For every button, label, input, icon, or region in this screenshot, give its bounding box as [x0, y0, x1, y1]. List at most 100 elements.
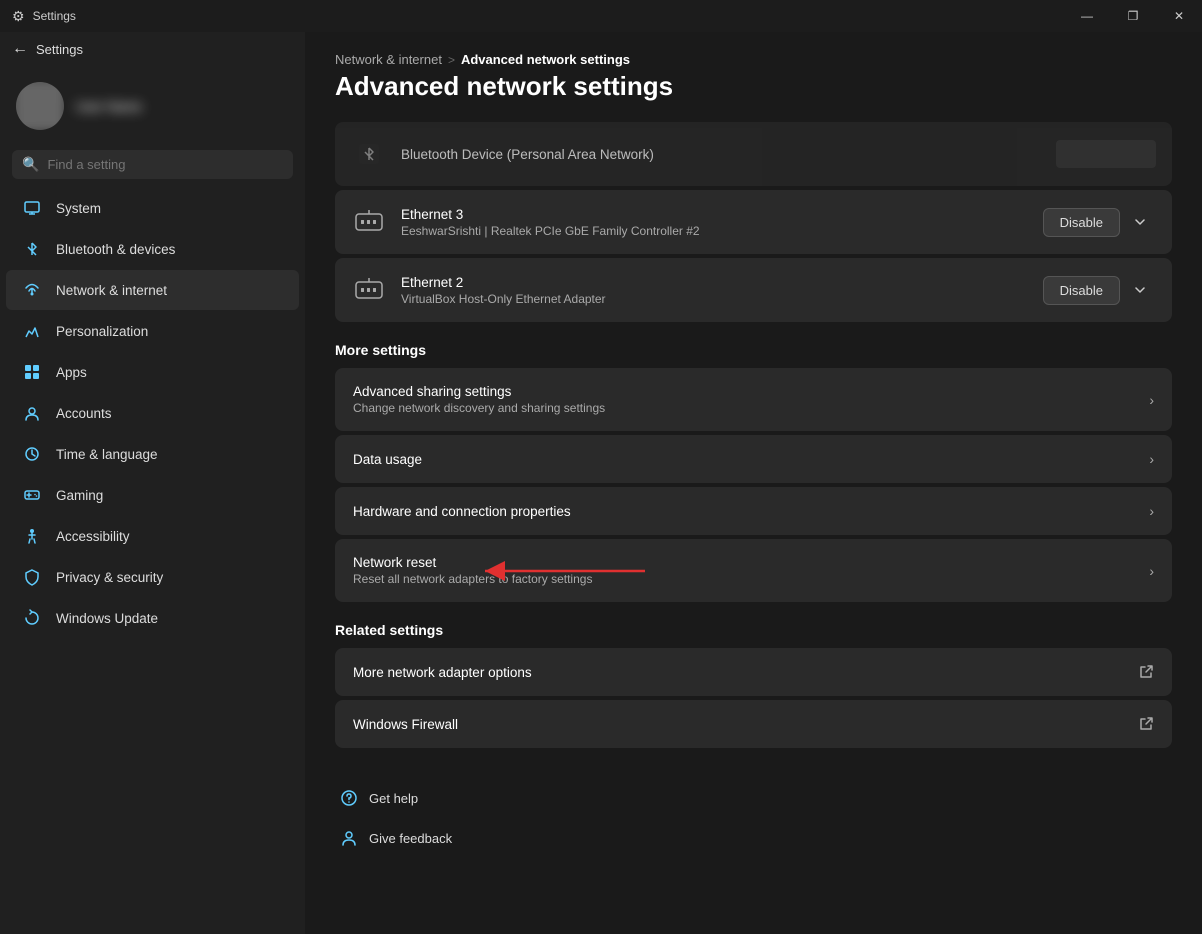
advanced-sharing-content: Advanced sharing settings Change network…: [353, 384, 1149, 415]
get-help-label: Get help: [369, 791, 418, 806]
more-network-adapter-external-icon: [1138, 664, 1154, 680]
back-button[interactable]: ← Settings: [0, 32, 305, 66]
windows-firewall-title: Windows Firewall: [353, 717, 1138, 732]
accessibility-label: Accessibility: [56, 529, 130, 544]
ethernet2-expand-button[interactable]: [1124, 274, 1156, 306]
titlebar-title: Settings: [33, 9, 76, 23]
more-network-adapter-row[interactable]: More network adapter options: [335, 648, 1172, 696]
ethernet3-icon: [351, 204, 387, 240]
bluetooth-icon: [22, 239, 42, 259]
windows-firewall-row[interactable]: Windows Firewall: [335, 700, 1172, 748]
gaming-label: Gaming: [56, 488, 103, 503]
ethernet3-name: Ethernet 3: [401, 207, 1029, 222]
search-input[interactable]: [47, 157, 283, 172]
bt-device-card: Bluetooth Device (Personal Area Network): [335, 122, 1172, 186]
breadcrumb-separator: >: [448, 53, 455, 67]
get-help-item[interactable]: Get help: [335, 780, 1172, 816]
close-button[interactable]: ✕: [1156, 0, 1202, 32]
maximize-button[interactable]: ❐: [1110, 0, 1156, 32]
ethernet3-expand-button[interactable]: [1124, 206, 1156, 238]
update-label: Windows Update: [56, 611, 158, 626]
more-network-adapter-title: More network adapter options: [353, 665, 1138, 680]
advanced-sharing-sub: Change network discovery and sharing set…: [353, 401, 1149, 415]
sidebar-item-bluetooth[interactable]: Bluetooth & devices: [6, 229, 299, 269]
advanced-sharing-chevron: ›: [1149, 392, 1154, 408]
apps-icon: [22, 362, 42, 382]
sidebar-item-system[interactable]: System: [6, 188, 299, 228]
search-icon: 🔍: [22, 156, 39, 173]
give-feedback-label: Give feedback: [369, 831, 452, 846]
titlebar: ⚙ Settings — ❐ ✕: [0, 0, 1202, 32]
data-usage-chevron: ›: [1149, 451, 1154, 467]
ethernet2-actions: Disable: [1043, 274, 1156, 306]
ethernet3-actions: Disable: [1043, 206, 1156, 238]
network-reset-row[interactable]: Network reset Reset all network adapters…: [335, 539, 1172, 602]
sidebar-item-privacy[interactable]: Privacy & security: [6, 557, 299, 597]
user-profile: User Name: [0, 66, 305, 146]
sidebar-nav: System Bluetooth & devices Network: [0, 187, 305, 639]
hardware-connection-row[interactable]: Hardware and connection properties ›: [335, 487, 1172, 535]
more-settings-title: More settings: [335, 342, 1172, 358]
personalization-icon: [22, 321, 42, 341]
sidebar-item-update[interactable]: Windows Update: [6, 598, 299, 638]
content-area: Network & internet > Advanced network se…: [305, 32, 1202, 934]
ethernet2-info: Ethernet 2 VirtualBox Host-Only Ethernet…: [401, 275, 1029, 306]
search-box[interactable]: 🔍: [12, 150, 293, 179]
windows-firewall-external-icon: [1138, 716, 1154, 732]
advanced-sharing-row[interactable]: Advanced sharing settings Change network…: [335, 368, 1172, 431]
network-icon: [22, 280, 42, 300]
ethernet2-name: Ethernet 2: [401, 275, 1029, 290]
more-network-adapter-content: More network adapter options: [353, 665, 1138, 680]
footer: Get help Give feedback: [335, 772, 1172, 864]
get-help-icon: [339, 788, 359, 808]
ethernet3-sub: EeshwarSrishti | Realtek PCIe GbE Family…: [401, 224, 1029, 238]
privacy-label: Privacy & security: [56, 570, 163, 585]
sidebar-item-network[interactable]: Network & internet: [6, 270, 299, 310]
sidebar-item-personalization[interactable]: Personalization: [6, 311, 299, 351]
gaming-icon: [22, 485, 42, 505]
time-label: Time & language: [56, 447, 158, 462]
time-icon: [22, 444, 42, 464]
give-feedback-icon: [339, 828, 359, 848]
ethernet3-disable-button[interactable]: Disable: [1043, 208, 1120, 237]
related-settings-title: Related settings: [335, 622, 1172, 638]
hardware-connection-title: Hardware and connection properties: [353, 504, 1149, 519]
titlebar-left: ⚙ Settings: [12, 8, 76, 25]
sidebar-item-accounts[interactable]: Accounts: [6, 393, 299, 433]
breadcrumb-parent[interactable]: Network & internet: [335, 52, 442, 67]
back-icon: ←: [12, 40, 28, 58]
network-reset-title: Network reset: [353, 555, 1149, 570]
data-usage-title: Data usage: [353, 452, 1149, 467]
sidebar-item-gaming[interactable]: Gaming: [6, 475, 299, 515]
give-feedback-item[interactable]: Give feedback: [335, 820, 1172, 856]
privacy-icon: [22, 567, 42, 587]
sidebar: ← Settings User Name 🔍: [0, 32, 305, 934]
personalization-label: Personalization: [56, 324, 148, 339]
hardware-connection-content: Hardware and connection properties: [353, 504, 1149, 519]
ethernet2-disable-button[interactable]: Disable: [1043, 276, 1120, 305]
page-title: Advanced network settings: [335, 71, 1172, 102]
sidebar-item-accessibility[interactable]: Accessibility: [6, 516, 299, 556]
network-reset-sub: Reset all network adapters to factory se…: [353, 572, 1149, 586]
accounts-label: Accounts: [56, 406, 112, 421]
network-reset-content: Network reset Reset all network adapters…: [353, 555, 1149, 586]
ethernet2-sub: VirtualBox Host-Only Ethernet Adapter: [401, 292, 1029, 306]
bt-device-name: Bluetooth Device (Personal Area Network): [401, 147, 1042, 162]
sidebar-item-apps[interactable]: Apps: [6, 352, 299, 392]
minimize-button[interactable]: —: [1064, 0, 1110, 32]
data-usage-row[interactable]: Data usage ›: [335, 435, 1172, 483]
sidebar-item-time[interactable]: Time & language: [6, 434, 299, 474]
breadcrumb-current: Advanced network settings: [461, 52, 630, 67]
settings-icon: ⚙: [12, 8, 25, 25]
network-reset-chevron: ›: [1149, 563, 1154, 579]
accounts-icon: [22, 403, 42, 423]
app-layout: ← Settings User Name 🔍: [0, 32, 1202, 934]
apps-label: Apps: [56, 365, 87, 380]
accessibility-icon: [22, 526, 42, 546]
hardware-connection-chevron: ›: [1149, 503, 1154, 519]
system-label: System: [56, 201, 101, 216]
bluetooth-label: Bluetooth & devices: [56, 242, 175, 257]
bt-device-icon: [351, 136, 387, 172]
titlebar-controls: — ❐ ✕: [1064, 0, 1202, 32]
settings-label: Settings: [36, 42, 83, 57]
